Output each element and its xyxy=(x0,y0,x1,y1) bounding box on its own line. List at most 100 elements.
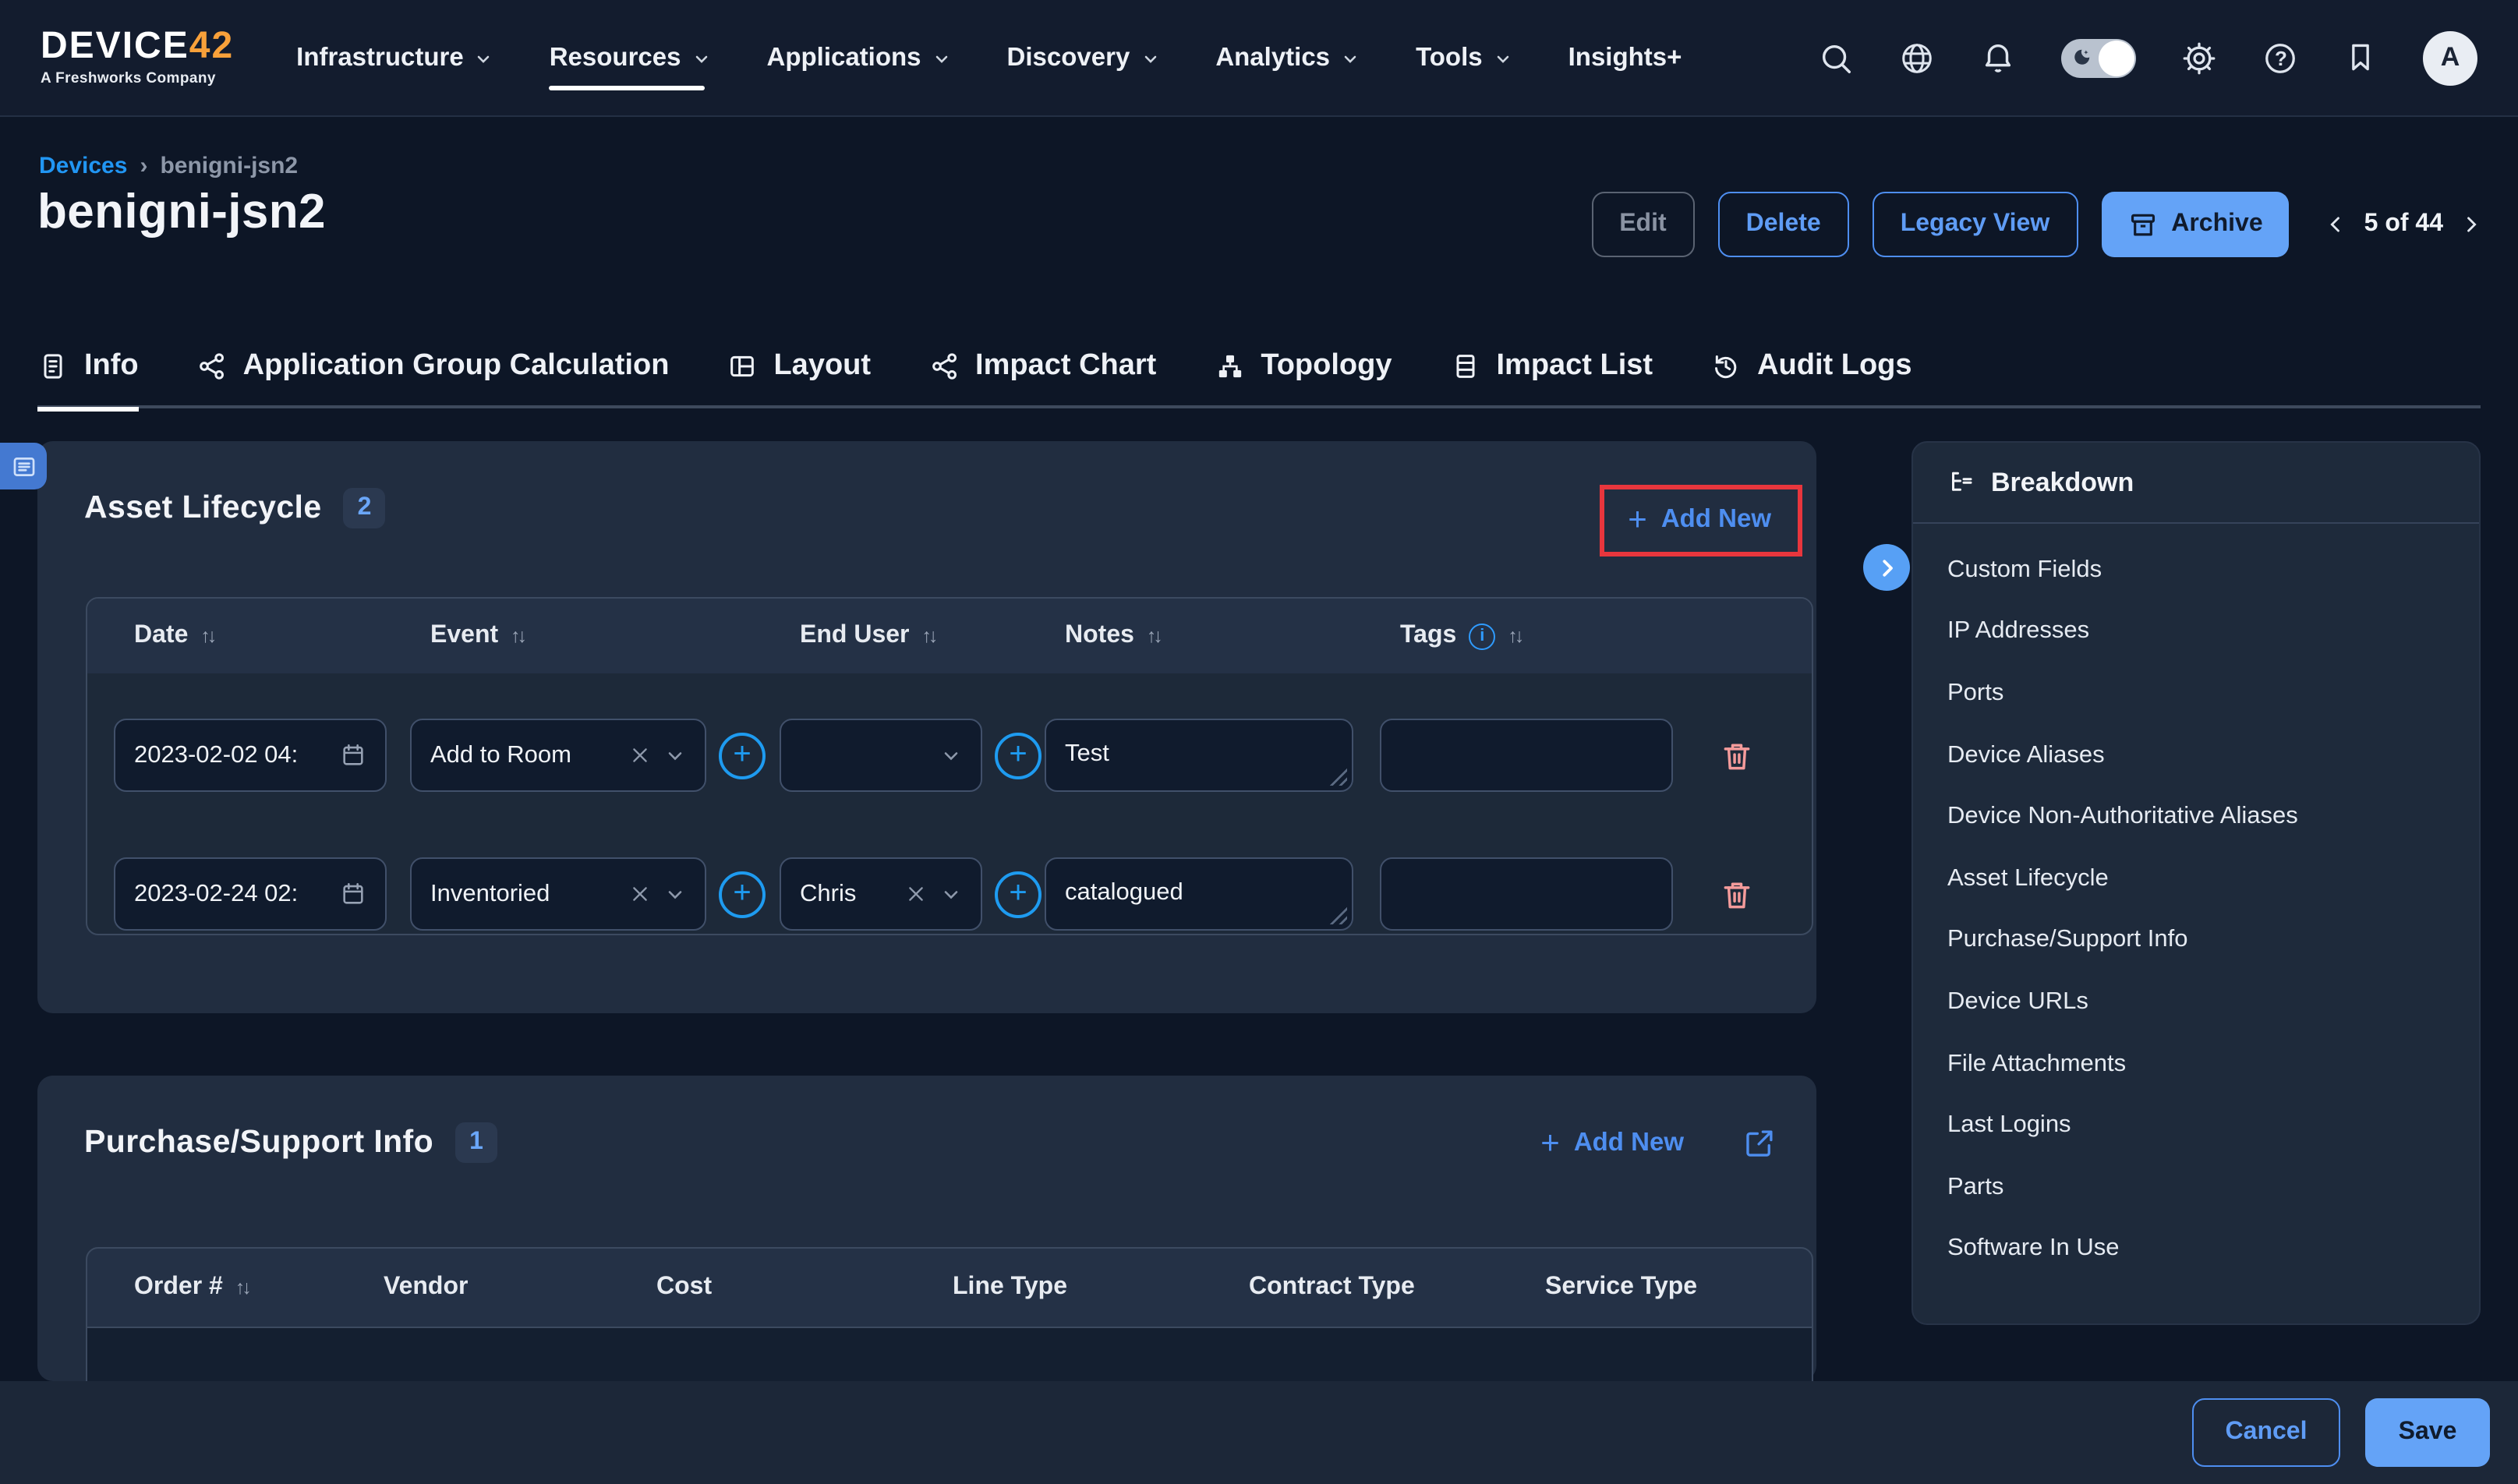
resize-handle[interactable] xyxy=(1327,765,1347,786)
list-panel-icon xyxy=(10,453,37,479)
breakdown-item-last-logins[interactable]: Last Logins xyxy=(1947,1095,2445,1157)
date-input[interactable]: 2023-02-24 02: xyxy=(114,857,387,931)
event-select[interactable]: Inventoried xyxy=(410,857,706,931)
notes-cell: catalogued xyxy=(1045,857,1380,931)
end-user-select[interactable]: Chris xyxy=(780,857,982,931)
sort-icon[interactable]: ↑↓ xyxy=(235,1277,249,1298)
add-event-button[interactable]: + xyxy=(719,732,766,779)
notes-cell: Test xyxy=(1045,719,1380,792)
tab-layout[interactable]: Layout xyxy=(727,326,871,407)
breakdown-item-asset-lifecycle[interactable]: Asset Lifecycle xyxy=(1947,848,2445,910)
trash-icon[interactable] xyxy=(1720,738,1754,772)
trash-icon[interactable] xyxy=(1720,877,1754,911)
breakdown-item-custom-fields[interactable]: Custom Fields xyxy=(1947,539,2445,601)
sort-icon[interactable]: ↑↓ xyxy=(1508,625,1521,647)
calendar-icon[interactable] xyxy=(340,742,366,768)
asset-lifecycle-panel: Asset Lifecycle 2 + Add New Date↑↓ Event… xyxy=(37,441,1816,1013)
menu-discovery[interactable]: Discovery xyxy=(1007,0,1160,116)
breakdown-item-software-in-use[interactable]: Software In Use xyxy=(1947,1218,2445,1280)
date-input[interactable]: 2023-02-02 04: xyxy=(114,719,387,792)
cancel-button[interactable]: Cancel xyxy=(2192,1398,2340,1467)
chevron-down-icon xyxy=(692,50,711,69)
prev-record-icon[interactable] xyxy=(2325,214,2347,235)
purchase-add-new-button[interactable]: + Add New xyxy=(1540,1126,1684,1159)
breakdown-item-device-aliases[interactable]: Device Aliases xyxy=(1947,725,2445,786)
chevron-down-icon[interactable] xyxy=(664,883,686,905)
archive-button[interactable]: Archive xyxy=(2101,192,2289,257)
clear-x-icon[interactable] xyxy=(630,884,650,904)
menu-analytics[interactable]: Analytics xyxy=(1215,0,1360,116)
column-header-notes[interactable]: Notes↑↓ xyxy=(1065,622,1400,650)
end-user-select[interactable] xyxy=(780,719,982,792)
settings-gear-icon[interactable] xyxy=(2181,40,2217,76)
tab-impact-chart[interactable]: Impact Chart xyxy=(928,326,1156,407)
resize-handle[interactable] xyxy=(1327,904,1347,924)
delete-button[interactable]: Delete xyxy=(1718,192,1849,257)
calendar-icon[interactable] xyxy=(340,881,366,907)
add-end-user-button[interactable]: + xyxy=(995,871,1042,917)
add-end-user-button[interactable]: + xyxy=(995,732,1042,779)
column-header-tags[interactable]: Tagsi↑↓ xyxy=(1400,622,1728,650)
theme-toggle[interactable] xyxy=(2061,38,2136,77)
breakdown-item-device-non-authoritative-aliases[interactable]: Device Non-Authoritative Aliases xyxy=(1947,786,2445,848)
clear-x-icon[interactable] xyxy=(906,884,926,904)
breakdown-item-ports[interactable]: Ports xyxy=(1947,662,2445,724)
help-icon[interactable]: ? xyxy=(2262,40,2298,76)
tab-info[interactable]: Info xyxy=(37,326,139,407)
chevron-down-icon[interactable] xyxy=(940,883,962,905)
edit-button[interactable]: Edit xyxy=(1591,192,1694,257)
breakdown-item-device-urls[interactable]: Device URLs xyxy=(1947,971,2445,1033)
bookmark-icon[interactable] xyxy=(2343,41,2378,75)
breakdown-item-file-attachments[interactable]: File Attachments xyxy=(1947,1034,2445,1095)
red-annotation-box: + Add New xyxy=(1600,485,1802,556)
tags-input[interactable] xyxy=(1380,857,1673,931)
menu-applications[interactable]: Applications xyxy=(767,0,951,116)
tab-application-group-calculation[interactable]: Application Group Calculation xyxy=(196,326,670,407)
column-header-order[interactable]: Order #↑↓ xyxy=(134,1274,384,1302)
breadcrumb-devices-link[interactable]: Devices xyxy=(39,153,127,179)
event-cell: Add to Room + xyxy=(410,719,780,792)
chevron-down-icon[interactable] xyxy=(940,744,962,766)
add-event-button[interactable]: + xyxy=(719,871,766,917)
menu-tools[interactable]: Tools xyxy=(1416,0,1512,116)
menu-insights[interactable]: Insights+ xyxy=(1568,0,1682,116)
legacy-view-button[interactable]: Legacy View xyxy=(1873,192,2078,257)
breakdown-item-parts[interactable]: Parts xyxy=(1947,1157,2445,1218)
notes-textarea[interactable]: Test xyxy=(1045,719,1353,792)
breadcrumb-current: benigni-jsn2 xyxy=(160,153,298,179)
breakdown-item-ip-addresses[interactable]: IP Addresses xyxy=(1947,601,2445,662)
breakdown-header: Breakdown xyxy=(1913,443,2479,524)
menu-infrastructure[interactable]: Infrastructure xyxy=(296,0,493,116)
notes-textarea[interactable]: catalogued xyxy=(1045,857,1353,931)
tab-audit-logs[interactable]: Audit Logs xyxy=(1710,326,1911,407)
column-header-date[interactable]: Date↑↓ xyxy=(134,622,430,650)
clear-x-icon[interactable] xyxy=(630,745,650,765)
sort-icon[interactable]: ↑↓ xyxy=(200,625,214,647)
side-panel-toggle[interactable] xyxy=(0,443,47,489)
notifications-bell-icon[interactable] xyxy=(1980,40,2016,76)
plus-icon: + xyxy=(1628,504,1647,536)
sort-icon[interactable]: ↑↓ xyxy=(511,625,524,647)
tags-input[interactable] xyxy=(1380,719,1673,792)
column-header-event[interactable]: Event↑↓ xyxy=(430,622,800,650)
globe-icon[interactable] xyxy=(1899,40,1935,76)
logo-wordmark: DEVICE42 xyxy=(41,29,234,66)
search-icon[interactable] xyxy=(1818,40,1854,76)
external-link-icon[interactable] xyxy=(1743,1126,1776,1159)
next-record-icon[interactable] xyxy=(2460,214,2482,235)
breakdown-item-purchase-support-info[interactable]: Purchase/Support Info xyxy=(1947,910,2445,971)
sort-icon[interactable]: ↑↓ xyxy=(922,625,935,647)
event-select[interactable]: Add to Room xyxy=(410,719,706,792)
chevron-down-icon[interactable] xyxy=(664,744,686,766)
menu-resources[interactable]: Resources xyxy=(550,0,711,116)
collapse-sidebar-button[interactable] xyxy=(1863,544,1910,591)
asset-add-new-button[interactable]: + Add New xyxy=(1628,504,1771,536)
tab-impact-list[interactable]: Impact List xyxy=(1449,326,1653,407)
device42-logo[interactable]: DEVICE42 A Freshworks Company xyxy=(41,29,234,87)
column-header-end-user[interactable]: End User↑↓ xyxy=(800,622,1065,650)
asset-lifecycle-count-badge: 2 xyxy=(344,488,386,528)
tab-topology[interactable]: Topology xyxy=(1214,326,1392,407)
save-button[interactable]: Save xyxy=(2365,1398,2490,1467)
user-avatar[interactable]: A xyxy=(2423,30,2477,85)
sort-icon[interactable]: ↑↓ xyxy=(1147,625,1160,647)
